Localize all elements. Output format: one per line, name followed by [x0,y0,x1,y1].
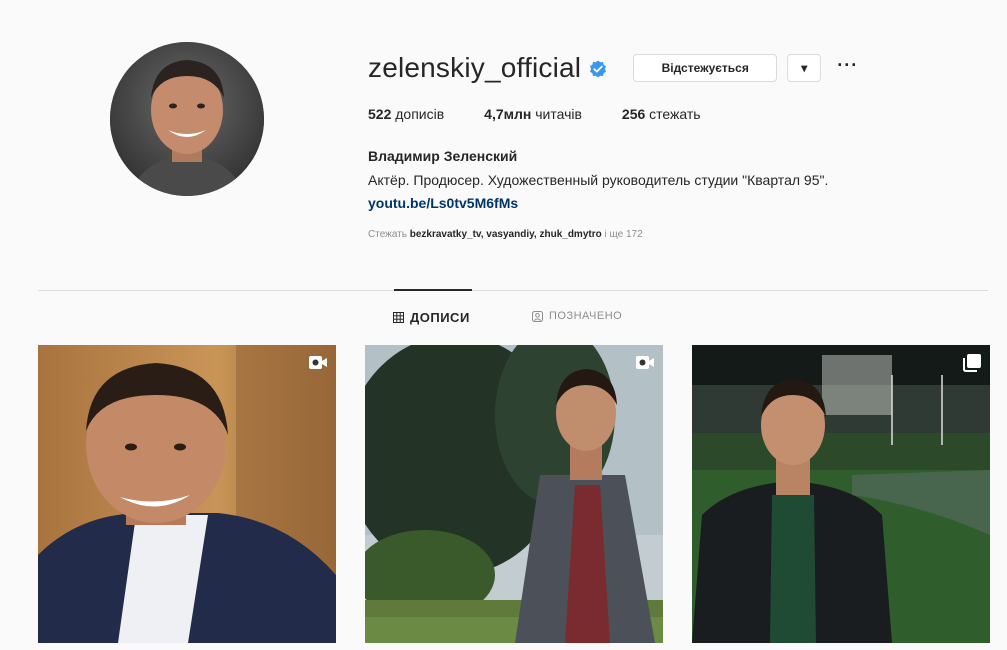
avatar[interactable] [110,42,264,196]
profile-page: zelenskiy_official Відстежується ▾ ··· 5… [0,0,1007,650]
tab-tagged[interactable]: ПОЗНАЧЕНО [532,310,622,322]
more-options-icon[interactable]: ··· [837,56,858,80]
followed-by-user: bezkravatky_tv [409,229,481,240]
posts-count: 522 [368,106,392,122]
followed-by-user: vasyandiy [486,229,534,240]
post-thumbnail[interactable] [38,345,336,643]
username: zelenskiy_official [368,52,582,83]
video-icon [309,356,327,369]
tagged-icon [532,310,543,322]
suggestions-dropdown-button[interactable]: ▾ [787,54,822,82]
tab-tagged-label: ПОЗНАЧЕНО [549,310,623,322]
video-icon [636,356,654,369]
followed-by-suffix: і ще 172 [604,229,643,240]
tab-posts-label: ДОПИСИ [410,310,470,325]
title-row: zelenskiy_official Відстежується ▾ ··· [368,50,968,86]
grid-icon [393,312,404,323]
following-count: 256 [621,106,646,122]
followed-by-prefix: Стежать [368,229,407,240]
carousel-icon [963,354,981,372]
section-divider [38,290,988,291]
posts-stat: 522 дописів [368,106,444,122]
post-thumbnail[interactable] [365,345,663,643]
followed-by-user: zhuk_dmytro [539,229,602,240]
bio-link[interactable]: youtu.be/Ls0tv5M6fMs [368,195,518,211]
profile-stats: 522 дописів 4,7млн читачів 256 стежать [368,106,968,122]
following-stat[interactable]: 256 стежать [622,106,701,122]
profile-header: zelenskiy_official Відстежується ▾ ··· 5… [368,50,968,240]
following-button[interactable]: Відстежується [633,54,778,82]
post-thumbnail[interactable] [692,345,990,643]
bio-text: Актёр. Продюсер. Художественный руководи… [368,172,829,188]
verified-badge-icon [589,60,607,78]
followers-label: читачів [535,106,582,122]
followers-stat[interactable]: 4,7млн читачів [484,106,582,122]
tab-posts[interactable]: ДОПИСИ [393,310,470,325]
full-name: Владимир Зеленский [368,148,518,164]
posts-label: дописів [395,106,445,122]
active-tab-indicator [394,289,472,291]
following-label: стежать [649,106,701,122]
followed-by[interactable]: Стежать bezkravatky_tv, vasyandiy, zhuk_… [368,229,968,240]
followers-count: 4,7млн [484,106,532,122]
